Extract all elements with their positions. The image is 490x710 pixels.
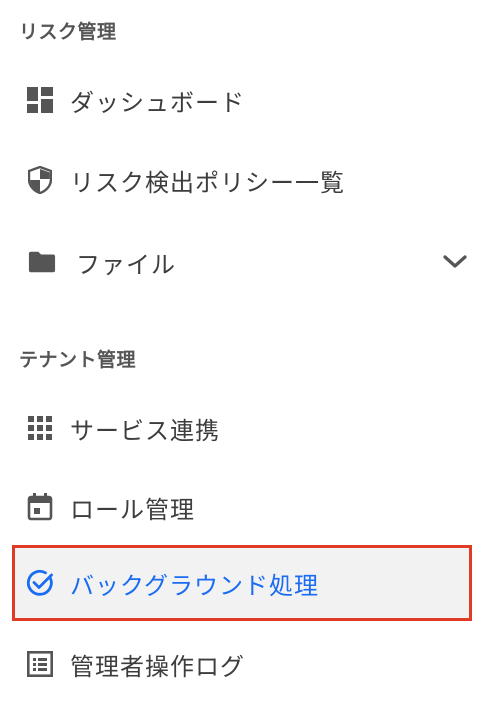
calendar-icon <box>26 493 54 521</box>
sidebar-item-files[interactable]: ファイル <box>12 224 472 300</box>
shield-icon <box>26 166 54 194</box>
sidebar-item-label: ロール管理 <box>70 495 195 524</box>
apps-grid-icon <box>26 414 54 442</box>
sidebar-item-policy-list[interactable]: リスク検出ポリシー一覧 <box>12 142 472 218</box>
sidebar-item-label: リスク検出ポリシー一覧 <box>70 168 345 197</box>
list-icon <box>26 650 54 678</box>
dashboard-icon <box>26 86 54 114</box>
folder-icon <box>28 248 56 276</box>
sidebar-item-label: ファイル <box>76 250 176 279</box>
sidebar-item-background-processing[interactable]: バックグラウンド処理 <box>12 545 472 621</box>
sidebar-item-dashboard[interactable]: ダッシュボード <box>12 62 472 138</box>
sidebar-item-admin-log[interactable]: 管理者操作ログ <box>12 626 472 702</box>
sidebar-item-service-integration[interactable]: サービス連携 <box>12 390 472 466</box>
sidebar-item-label: 管理者操作ログ <box>70 652 245 681</box>
sidebar-nav: リスク管理 ダッシュボード リスク検出ポリシー一覧 ファイル テナント管理 サー… <box>0 0 490 710</box>
sidebar-item-label: ダッシュボード <box>70 88 245 117</box>
check-circle-icon <box>26 569 54 597</box>
chevron-down-icon[interactable] <box>440 247 470 277</box>
section-header-tenant: テナント管理 <box>19 349 137 371</box>
sidebar-item-label: サービス連携 <box>70 416 220 445</box>
sidebar-item-role-management[interactable]: ロール管理 <box>12 469 472 545</box>
sidebar-item-label: バックグラウンド処理 <box>70 571 320 600</box>
section-header-risk: リスク管理 <box>19 21 117 43</box>
